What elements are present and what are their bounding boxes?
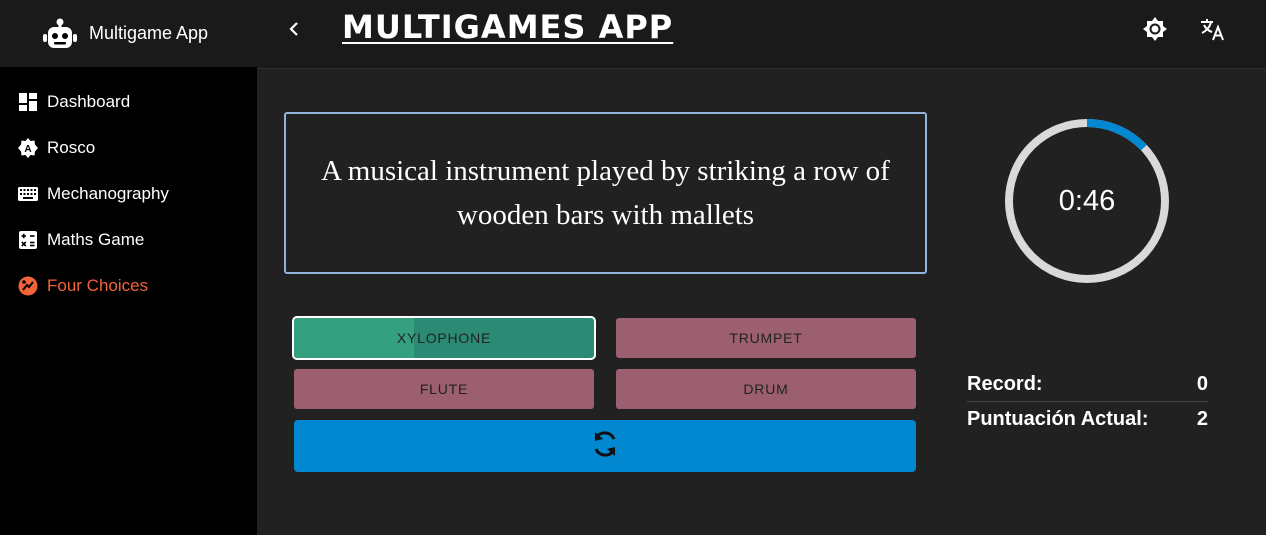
choice-label: XYLOPHONE bbox=[396, 330, 492, 346]
calculator-icon bbox=[18, 230, 38, 250]
choice-button-2[interactable]: TRUMPET bbox=[616, 318, 916, 358]
keyboard-icon bbox=[18, 184, 38, 204]
brand[interactable]: Multigame App bbox=[0, 0, 257, 67]
score-panel: Record: 0 Puntuación Actual: 2 bbox=[967, 368, 1208, 436]
refresh-button[interactable] bbox=[294, 420, 916, 472]
current-score-row: Puntuación Actual: 2 bbox=[967, 402, 1208, 436]
refresh-icon bbox=[590, 428, 620, 465]
robot-icon bbox=[42, 18, 78, 50]
sidebar-item-label: Four Choices bbox=[47, 276, 149, 295]
choice-label: FLUTE bbox=[419, 381, 469, 397]
choice-button-1[interactable]: XYLOPHONE bbox=[294, 318, 594, 358]
sidebar-item-four-choices[interactable]: Four Choices bbox=[0, 263, 257, 309]
choice-button-4[interactable]: DRUM bbox=[616, 369, 916, 409]
back-button[interactable] bbox=[282, 19, 306, 43]
sidebar-item-rosco[interactable]: A Rosco bbox=[0, 125, 257, 171]
brightness-icon bbox=[1142, 16, 1168, 47]
record-label: Record: bbox=[967, 373, 1043, 395]
rosco-icon: A bbox=[18, 138, 38, 158]
choice-label: TRUMPET bbox=[729, 330, 803, 346]
sidebar-item-label: Rosco bbox=[47, 138, 96, 157]
sidebar-item-label: Dashboard bbox=[47, 92, 131, 111]
current-score-label: Puntuación Actual: bbox=[967, 407, 1149, 430]
sidebar-nav: Dashboard A Rosco Mechanography Maths Ga… bbox=[0, 67, 257, 309]
sidebar: Multigame App Dashboard A Rosco Mechanog… bbox=[0, 0, 257, 535]
current-score-value: 2 bbox=[1196, 407, 1208, 430]
dashboard-icon bbox=[18, 92, 38, 112]
sidebar-item-maths-game[interactable]: Maths Game bbox=[0, 217, 257, 263]
sidebar-item-label: Maths Game bbox=[47, 230, 145, 249]
theme-toggle-button[interactable] bbox=[1141, 16, 1169, 47]
sidebar-item-dashboard[interactable]: Dashboard bbox=[0, 79, 257, 125]
svg-text:A: A bbox=[24, 144, 31, 155]
choice-button-3[interactable]: FLUTE bbox=[294, 369, 594, 409]
chevron-left-icon bbox=[288, 21, 300, 42]
language-button[interactable] bbox=[1197, 16, 1227, 46]
sidebar-item-mechanography[interactable]: Mechanography bbox=[0, 171, 257, 217]
page-title: MULTIGAMES APP bbox=[342, 8, 674, 46]
quiz-icon bbox=[18, 276, 38, 296]
record-row: Record: 0 bbox=[967, 368, 1208, 402]
brand-label: Multigame App bbox=[89, 23, 209, 43]
record-value: 0 bbox=[1196, 373, 1208, 395]
translate-icon bbox=[1199, 16, 1225, 47]
sidebar-item-label: Mechanography bbox=[47, 184, 169, 203]
choice-label: DRUM bbox=[743, 381, 789, 397]
question-card: A musical instrument played by striking … bbox=[284, 112, 927, 274]
timer-text: 0:46 bbox=[1058, 184, 1116, 217]
countdown-timer: 0:46 bbox=[1002, 116, 1172, 286]
top-bar: MULTIGAMES APP bbox=[257, 0, 1266, 69]
question-text: A musical instrument played by striking … bbox=[321, 155, 890, 231]
